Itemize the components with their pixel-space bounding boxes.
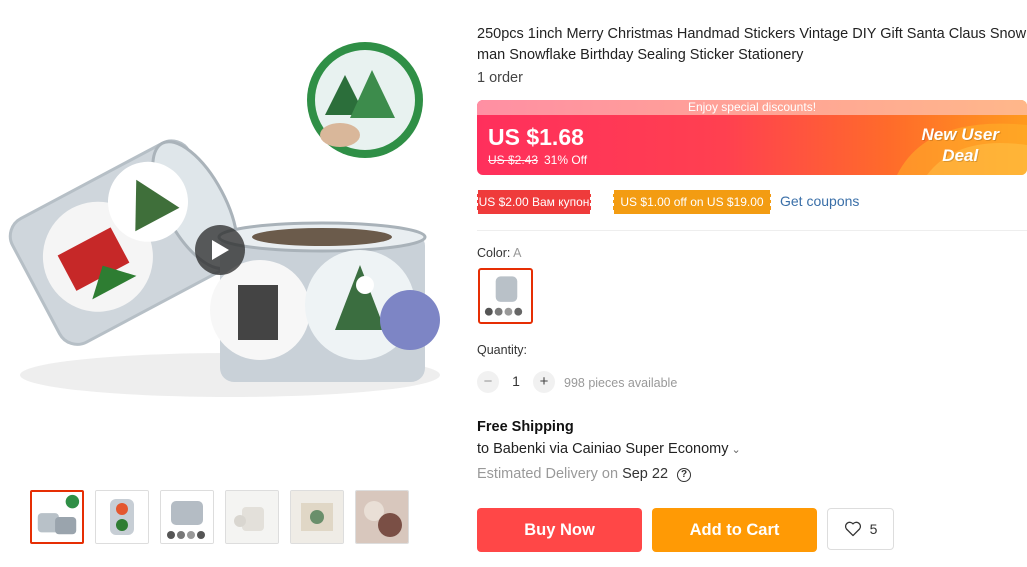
stock-available: 998 pieces available	[564, 376, 678, 390]
play-video-button[interactable]	[195, 225, 245, 275]
current-price: US $1.68	[488, 124, 584, 150]
estimated-delivery: Estimated Delivery on Sep 22 ?	[477, 466, 692, 482]
buy-now-button[interactable]: Buy Now	[477, 508, 642, 552]
add-to-cart-button[interactable]: Add to Cart	[652, 508, 817, 552]
order-count: 1 order	[477, 70, 523, 86]
color-option-label: Color: A	[477, 246, 521, 260]
discount-percent: 31% Off	[544, 153, 588, 167]
thumbnail-item[interactable]	[225, 490, 279, 544]
thumbnail-image	[32, 492, 82, 542]
quantity-increase-button[interactable]: +	[533, 371, 555, 393]
wishlist-count: 5	[869, 521, 878, 537]
thumbnail-image	[356, 491, 408, 543]
thumbnail-item[interactable]	[30, 490, 84, 544]
swatch-image	[480, 270, 531, 322]
color-swatch-a[interactable]	[478, 268, 533, 324]
color-label-text: Color:	[477, 246, 511, 260]
delivery-date: Sep 22	[622, 466, 669, 482]
product-title: 250pcs 1inch Merry Christmas Handmad Sti…	[477, 26, 1027, 63]
chevron-down-icon: ⌄	[731, 444, 741, 456]
heart-icon	[844, 521, 861, 537]
price-banner: Enjoy special discounts! US $1.68 US $2.…	[477, 100, 1027, 175]
spend-coupon[interactable]: US $1.00 off on US $19.00	[611, 190, 773, 214]
divider	[477, 230, 1027, 231]
new-user-label: New User	[921, 125, 999, 144]
thumbnail-image	[226, 491, 278, 543]
help-icon[interactable]: ?	[677, 468, 692, 482]
shipping-method-selector[interactable]: to Babenki via Cainiao Super Economy ⌄	[477, 441, 741, 457]
thumbnail-item[interactable]	[95, 490, 149, 544]
thumbnail-item[interactable]	[355, 490, 409, 544]
thumbnail-image	[161, 491, 213, 543]
new-user-deal-badge: New User Deal	[922, 124, 999, 166]
thumbnail-image	[291, 491, 343, 543]
shipping-route-text: to Babenki via Cainiao Super Economy	[477, 441, 729, 457]
thumbnail-image	[96, 491, 148, 543]
estimated-delivery-label: Estimated Delivery on	[477, 466, 619, 482]
main-product-image[interactable]	[0, 0, 455, 472]
original-price: US $2.43	[488, 153, 539, 167]
shipping-title: Free Shipping	[477, 419, 574, 435]
store-coupon[interactable]: US $2.00 Вам купон	[475, 190, 593, 214]
quantity-value[interactable]: 1	[506, 373, 526, 389]
special-discount-text: Enjoy special discounts!	[477, 100, 1027, 115]
play-icon	[212, 240, 229, 260]
quantity-label: Quantity:	[477, 343, 528, 357]
thumbnail-item[interactable]	[290, 490, 344, 544]
color-selected-value: A	[513, 246, 522, 260]
wishlist-button[interactable]: 5	[827, 508, 894, 550]
get-coupons-link[interactable]: Get coupons	[780, 193, 859, 209]
thumbnail-item[interactable]	[160, 490, 214, 544]
quantity-decrease-button[interactable]: −	[477, 371, 499, 393]
deal-label: Deal	[942, 146, 979, 165]
